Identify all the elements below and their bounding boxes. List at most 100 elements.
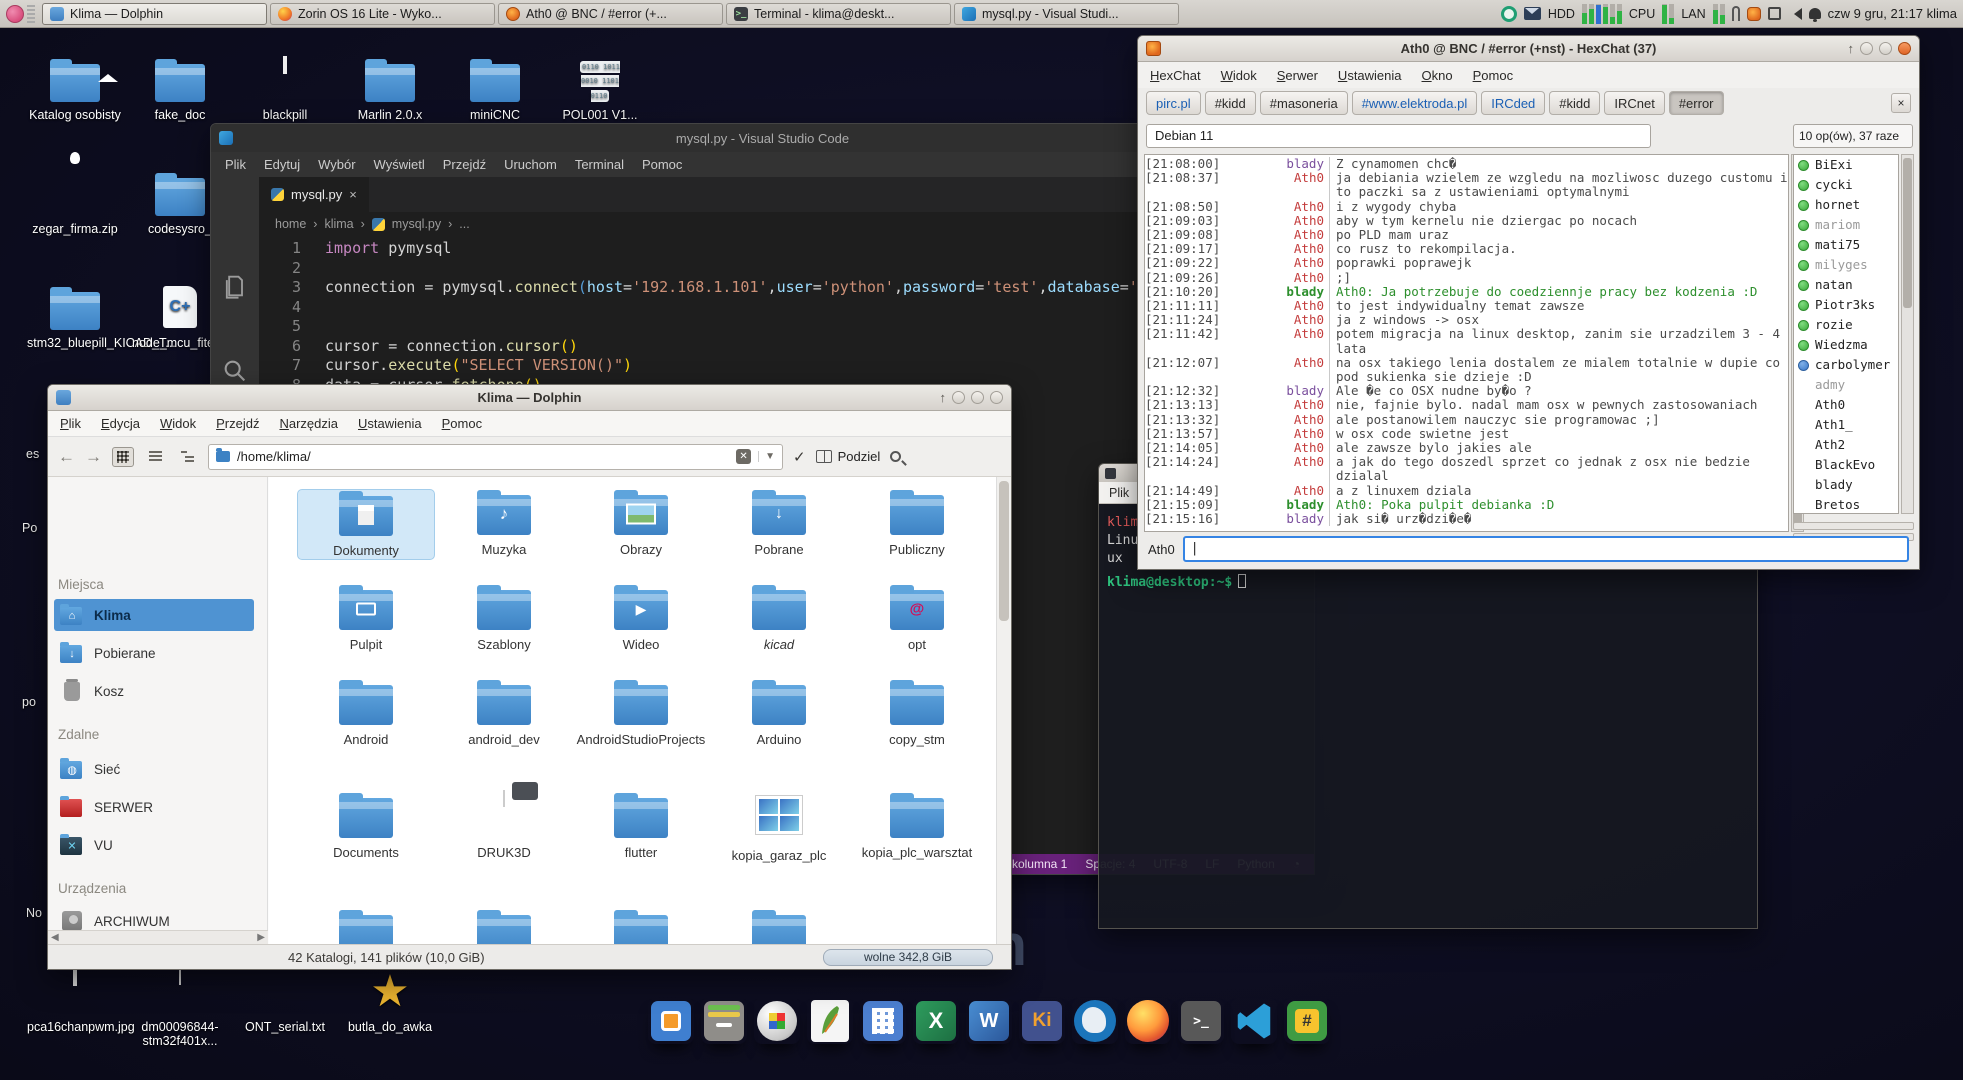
menu-item[interactable]: Wyświetl: [374, 157, 425, 172]
imagemagick-feather-icon[interactable]: [807, 998, 853, 1044]
file-item[interactable]: flutter: [572, 792, 710, 861]
desktop-icon[interactable]: pca16chanpwm.jpg: [27, 970, 123, 1034]
menu-item[interactable]: Terminal: [575, 157, 624, 172]
taskbar-button[interactable]: >_Terminal - klima@deskt...: [726, 3, 951, 25]
user-list-item[interactable]: mati75: [1794, 235, 1898, 255]
menu-item[interactable]: Uruchom: [504, 157, 557, 172]
channel-tab[interactable]: #kidd: [1549, 91, 1600, 115]
menu-item[interactable]: Ustawienia: [358, 416, 422, 431]
accept-icon[interactable]: ✓: [793, 448, 806, 466]
user-list[interactable]: BiExicyckihornetmariommati75milygesnatan…: [1793, 154, 1899, 514]
user-list-item[interactable]: carbolymer: [1794, 355, 1898, 375]
taskbar-button[interactable]: Klima — Dolphin: [42, 3, 267, 25]
panel-grip[interactable]: [27, 5, 35, 23]
close-button[interactable]: [1898, 42, 1911, 55]
sidebar-item-kosz[interactable]: Kosz: [54, 675, 254, 707]
clipboard-icon[interactable]: [1732, 6, 1740, 21]
file-item[interactable]: kopia_garaz_plc: [710, 792, 848, 864]
excel-icon[interactable]: X: [913, 998, 959, 1044]
menu-item[interactable]: Przejdź: [216, 416, 259, 431]
tab-close-icon[interactable]: ×: [349, 187, 357, 202]
word-icon[interactable]: W: [966, 998, 1012, 1044]
file-item[interactable]: Arduino: [710, 679, 848, 748]
split-button[interactable]: Podziel: [816, 449, 881, 464]
user-list-item[interactable]: Ath2: [1794, 435, 1898, 455]
user-list-item[interactable]: BiExi: [1794, 155, 1898, 175]
sidebar-hscrollbar[interactable]: ◀▶: [48, 930, 268, 944]
file-item[interactable]: ↓Pobrane: [710, 489, 848, 558]
menu-item[interactable]: Pomoc: [642, 157, 682, 172]
file-item[interactable]: Dokumenty: [297, 489, 435, 560]
sidebar-item-klima[interactable]: ⌂Klima: [54, 599, 254, 631]
minimize-button[interactable]: [952, 391, 965, 404]
mail-icon[interactable]: [1524, 7, 1541, 20]
menu-item[interactable]: Pomoc: [442, 416, 482, 431]
terminal-icon[interactable]: >_: [1178, 998, 1224, 1044]
list-view-button[interactable]: [144, 447, 166, 467]
minimize-button[interactable]: [1860, 42, 1873, 55]
file-item[interactable]: Publiczny: [848, 489, 986, 558]
breadcrumb-item[interactable]: mysql.py: [392, 217, 441, 231]
userlist-scrollbar[interactable]: [1901, 154, 1914, 514]
vscode-icon[interactable]: [1231, 998, 1277, 1044]
office-suite-icon[interactable]: [648, 998, 694, 1044]
menu-item[interactable]: Ustawienia: [1338, 68, 1402, 83]
user-list-item[interactable]: natan: [1794, 275, 1898, 295]
channel-tab[interactable]: #kidd: [1205, 91, 1256, 115]
back-icon[interactable]: ←: [58, 447, 75, 467]
icons-view-button[interactable]: [112, 447, 134, 467]
file-item[interactable]: android_dev: [435, 679, 573, 748]
chat-log[interactable]: [21:08:00]bladyZ cynamomen chc�[21:08:37…: [1144, 154, 1789, 532]
file-item[interactable]: ▶Wideo: [572, 584, 710, 653]
kicad-icon[interactable]: Ki: [1019, 998, 1065, 1044]
channel-tab[interactable]: IRCded: [1481, 91, 1545, 115]
file-item[interactable]: Obrazy: [572, 489, 710, 558]
rollup-icon[interactable]: ↑: [940, 390, 947, 405]
firefox-icon[interactable]: [1125, 998, 1171, 1044]
tab-mysql-py[interactable]: mysql.py ×: [259, 177, 370, 212]
file-item[interactable]: Pulpit: [297, 584, 435, 653]
user-list-item[interactable]: Wiedzma: [1794, 335, 1898, 355]
search-icon[interactable]: [890, 451, 901, 462]
clear-icon[interactable]: ✕: [736, 449, 751, 464]
taskbar-button[interactable]: Zorin OS 16 Lite - Wyko...: [270, 3, 495, 25]
search-icon[interactable]: [221, 357, 249, 385]
desktop-icon[interactable]: fake_doc: [132, 58, 228, 122]
channel-tab[interactable]: #error: [1669, 91, 1724, 115]
file-item[interactable]: kicad: [710, 584, 848, 653]
clock[interactable]: czw 9 gru, 21:17 klima: [1828, 6, 1957, 21]
close-button[interactable]: [990, 391, 1003, 404]
dolphin-titlebar[interactable]: Klima — Dolphin ↑: [48, 385, 1011, 411]
menu-item[interactable]: Pomoc: [1473, 68, 1513, 83]
user-list-item[interactable]: cycki: [1794, 175, 1898, 195]
menu-item[interactable]: Narzędzia: [279, 416, 338, 431]
topic-bar[interactable]: Debian 11: [1146, 124, 1651, 148]
hexchat-tray-icon[interactable]: [1747, 7, 1761, 21]
view-scrollbar[interactable]: [996, 477, 1011, 944]
sidebar-item-vu[interactable]: ✕VU: [54, 829, 254, 861]
taskbar-button[interactable]: mysql.py - Visual Studi...: [954, 3, 1179, 25]
desktop-icon[interactable]: miniCNC: [447, 58, 543, 122]
desktop-icon[interactable]: Katalog osobisty: [27, 58, 123, 122]
modeler-sphere-icon[interactable]: [754, 998, 800, 1044]
user-list-item[interactable]: hornet: [1794, 195, 1898, 215]
tree-view-button[interactable]: [176, 447, 198, 467]
user-list-item[interactable]: Piotr3ks: [1794, 295, 1898, 315]
menu-item[interactable]: Okno: [1422, 68, 1453, 83]
maximize-button[interactable]: [1879, 42, 1892, 55]
file-item[interactable]: kopia_plc_warsztat: [848, 792, 986, 861]
notifications-icon[interactable]: [1809, 8, 1821, 19]
chevron-down-icon[interactable]: ▼: [758, 451, 775, 462]
user-list-item[interactable]: mariom: [1794, 215, 1898, 235]
taskbar-button[interactable]: Ath0 @ BNC / #error (+...: [498, 3, 723, 25]
close-tab-icon[interactable]: ×: [1891, 93, 1911, 113]
user-list-item[interactable]: rozie: [1794, 315, 1898, 335]
distro-menu-icon[interactable]: [6, 5, 24, 23]
file-item[interactable]: Szablony: [435, 584, 573, 653]
desktop-icon[interactable]: stm32_bluepill_KICAD_T...: [27, 286, 123, 350]
breadcrumb-item[interactable]: ...: [459, 217, 469, 231]
file-item[interactable]: DRUK3D: [435, 792, 573, 861]
desktop-icon[interactable]: zegar_firma.zip: [27, 172, 123, 236]
rollup-icon[interactable]: ↑: [1848, 41, 1855, 56]
menu-item[interactable]: Edycja: [101, 416, 140, 431]
